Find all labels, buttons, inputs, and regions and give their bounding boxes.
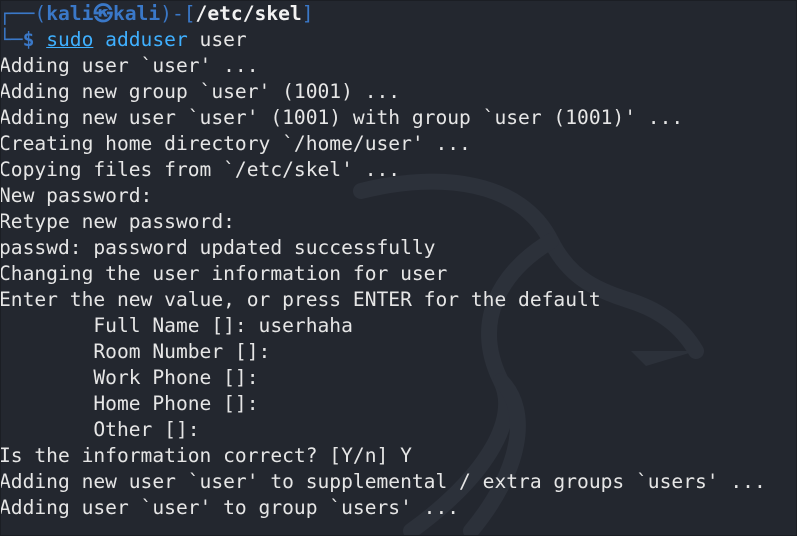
prompt-corner-top: ┌── [0, 2, 35, 25]
output-line: Creating home directory `/home/user' ... [0, 132, 471, 155]
prompt-line-2: └─$ sudo adduser user [0, 27, 766, 53]
output-line: Retype new password: [0, 210, 235, 233]
prompt-at-icon: ㉿ [93, 2, 113, 25]
prompt-open-paren: ( [34, 2, 47, 25]
terminal-window[interactable]: ┌──(kali㉿kali)-[/etc/skel] └─$ sudo addu… [0, 0, 797, 536]
output-line: Adding user `user' to group `users' ... [0, 496, 460, 519]
output-line: Full Name []: userhaha [0, 314, 353, 337]
output-line: Adding new user `user' to supplemental /… [0, 470, 766, 493]
command-argument: user [199, 28, 247, 51]
prompt-dollar: $ [22, 28, 35, 51]
prompt-host: kali [112, 2, 161, 25]
prompt-close-bracket: ] [301, 2, 314, 25]
prompt-separator: )-[ [160, 2, 196, 25]
output-line: Adding new user `user' (1001) with group… [0, 106, 684, 129]
output-line: passwd: password updated successfully [0, 236, 436, 259]
prompt-corner-bottom: └─ [0, 28, 23, 51]
output-line: Changing the user information for user [0, 262, 448, 285]
terminal-output: ┌──(kali㉿kali)-[/etc/skel] └─$ sudo addu… [0, 1, 766, 521]
prompt-line-1: ┌──(kali㉿kali)-[/etc/skel] [0, 1, 766, 27]
prompt-user: kali [46, 2, 94, 25]
output-line: Enter the new value, or press ENTER for … [0, 288, 601, 311]
prompt-cwd: /etc/skel [195, 2, 302, 25]
output-line: Home Phone []: [0, 392, 259, 415]
command-program: adduser [105, 28, 188, 51]
output-line: Copying files from `/etc/skel' ... [0, 158, 401, 181]
output-line: Work Phone []: [0, 366, 259, 389]
output-line: Adding new group `user' (1001) ... [0, 80, 401, 103]
output-line: Other []: [0, 418, 200, 441]
output-line: Adding user `user' ... [0, 54, 259, 77]
command-sudo: sudo [46, 28, 94, 51]
output-line: Room Number []: [0, 340, 271, 363]
output-line: New password: [0, 184, 153, 207]
output-line: Is the information correct? [Y/n] Y [0, 444, 412, 467]
